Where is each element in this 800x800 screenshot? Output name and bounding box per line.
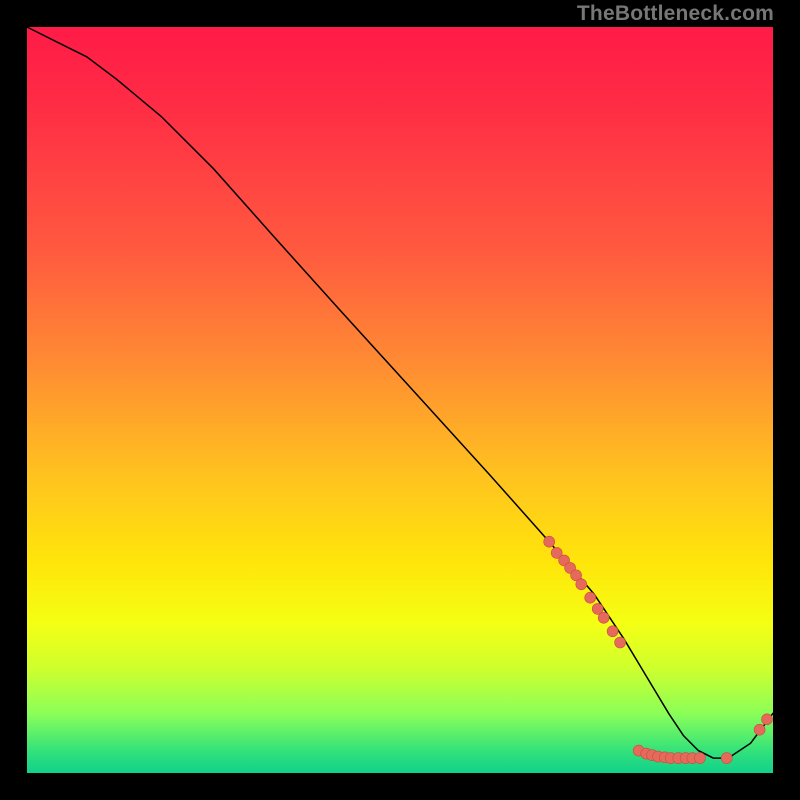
attribution-text: TheBottleneck.com (577, 2, 774, 26)
data-marker (576, 579, 587, 590)
chart-overlay (27, 27, 773, 773)
bottleneck-curve (27, 27, 773, 758)
data-marker (615, 637, 626, 648)
data-marker (544, 536, 555, 547)
data-marker (607, 626, 618, 637)
marker-group (544, 536, 773, 763)
chart-frame: TheBottleneck.com (0, 0, 800, 800)
data-marker (694, 753, 705, 764)
data-marker (762, 714, 773, 725)
data-marker (754, 724, 765, 735)
data-marker (721, 753, 732, 764)
data-marker (585, 592, 596, 603)
data-marker (598, 612, 609, 623)
